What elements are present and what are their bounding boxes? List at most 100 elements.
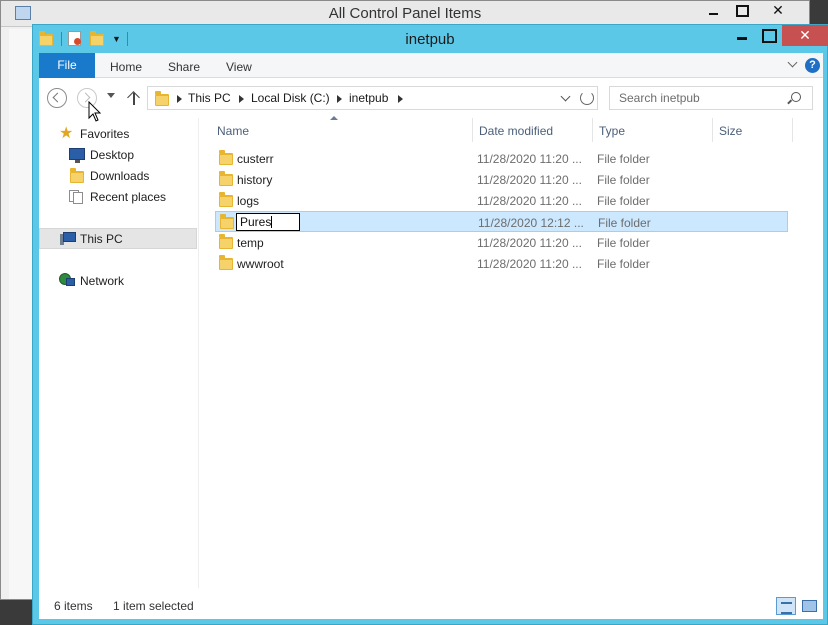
maximize-button[interactable] (755, 25, 781, 46)
breadcrumb-local-disk[interactable]: Local Disk (C:) (251, 91, 330, 105)
nav-this-pc[interactable]: This PC (39, 228, 197, 249)
selection-count: 1 item selected (113, 599, 194, 613)
nav-favorites-label: Favorites (80, 127, 130, 141)
file-date: 11/28/2020 12:12 ... (478, 216, 584, 230)
folder-icon (220, 214, 234, 229)
folder-icon (219, 234, 233, 249)
folder-icon (219, 171, 233, 186)
file-date: 11/28/2020 11:20 ... (477, 173, 582, 187)
explorer-window[interactable]: ▼ inetpub ✕ File Home Share View ? This … (32, 24, 828, 625)
file-row[interactable]: temp 11/28/2020 11:20 ... File folder (215, 232, 788, 253)
file-type: File folder (597, 173, 650, 187)
minimize-button[interactable] (729, 25, 755, 46)
file-row-selected[interactable]: Pures 11/28/2020 12:12 ... File folder (215, 211, 788, 232)
breadcrumb-chevron-icon[interactable] (177, 95, 182, 103)
nav-network-label: Network (80, 274, 125, 288)
expand-ribbon-icon[interactable] (787, 58, 797, 68)
tab-view[interactable]: View (226, 53, 252, 78)
breadcrumb-inetpub[interactable]: inetpub (349, 91, 388, 105)
breadcrumb-chevron-icon[interactable] (337, 95, 342, 103)
close-button[interactable]: ✕ (782, 25, 828, 46)
file-name: temp (237, 236, 264, 250)
recent-locations-dropdown-icon[interactable] (107, 93, 115, 98)
file-date: 11/28/2020 11:20 ... (477, 194, 582, 208)
file-date: 11/28/2020 11:20 ... (477, 236, 582, 250)
window-title: inetpub (405, 31, 455, 48)
nav-downloads-label: Downloads (90, 169, 150, 183)
file-name: logs (237, 194, 260, 208)
nav-network[interactable]: Network (39, 270, 197, 291)
recent-places-icon (69, 190, 85, 204)
up-button[interactable] (127, 90, 141, 106)
nav-this-pc-label: This PC (80, 232, 123, 246)
file-row[interactable]: logs 11/28/2020 11:20 ... File folder (215, 190, 788, 211)
file-row[interactable]: custerr 11/28/2020 11:20 ... File folder (215, 148, 788, 169)
nav-desktop[interactable]: Desktop (39, 144, 197, 165)
file-row[interactable]: wwwroot 11/28/2020 11:20 ... File folder (215, 253, 788, 274)
breadcrumb-chevron-icon[interactable] (398, 95, 403, 103)
tab-home[interactable]: Home (110, 53, 142, 78)
background-maximize-button[interactable] (728, 1, 754, 21)
status-bar: 6 items 1 item selected (39, 593, 823, 619)
details-view-icon[interactable] (776, 597, 796, 615)
file-type: File folder (597, 257, 650, 271)
file-date: 11/28/2020 11:20 ... (477, 152, 582, 166)
address-bar[interactable]: This PC Local Disk (C:) inetpub (147, 86, 598, 110)
search-placeholder: Search inetpub (619, 91, 700, 105)
file-type: File folder (597, 194, 650, 208)
refresh-icon[interactable] (580, 91, 594, 105)
nav-recent-places-label: Recent places (90, 190, 167, 204)
file-type: File folder (597, 236, 650, 250)
file-date: 11/28/2020 11:20 ... (477, 257, 582, 271)
file-name: custerr (237, 152, 274, 166)
nav-desktop-label: Desktop (90, 148, 135, 162)
column-size[interactable]: Size (713, 118, 793, 142)
navigation-pane: ★ Favorites Desktop Downloads Recent pla… (39, 118, 199, 588)
computer-icon (60, 232, 76, 245)
desktop-icon (69, 148, 85, 163)
close-icon: ✕ (772, 2, 784, 18)
background-minimize-button[interactable] (700, 1, 726, 21)
back-button[interactable] (47, 88, 67, 108)
close-icon: ✕ (799, 27, 811, 43)
column-name[interactable]: Name (211, 118, 473, 142)
breadcrumb-this-pc[interactable]: This PC (188, 91, 231, 105)
item-count: 6 items (54, 599, 93, 613)
folder-icon (155, 91, 169, 106)
mouse-cursor-icon (88, 101, 102, 122)
file-name: wwwroot (237, 257, 284, 271)
background-window-title: All Control Panel Items (328, 5, 482, 22)
folder-icon (219, 192, 233, 207)
column-date-modified[interactable]: Date modified (473, 118, 593, 142)
search-icon[interactable] (791, 92, 801, 102)
nav-downloads[interactable]: Downloads (39, 165, 197, 186)
rename-input-value: Pures (240, 215, 272, 229)
network-icon (59, 273, 75, 288)
file-type: File folder (598, 216, 651, 230)
star-icon: ★ (59, 125, 74, 142)
tab-share[interactable]: Share (168, 53, 200, 78)
search-input[interactable]: Search inetpub (609, 86, 813, 110)
ribbon: File Home Share View ? (39, 53, 823, 78)
explorer-body: File Home Share View ? This PC Local Dis… (39, 53, 823, 619)
file-type: File folder (597, 152, 650, 166)
folder-icon (219, 255, 233, 270)
nav-recent-places[interactable]: Recent places (39, 186, 197, 207)
address-history-dropdown-icon[interactable] (561, 93, 569, 101)
column-headers: Name Date modified Type Size (200, 116, 823, 144)
rename-input[interactable]: Pures (236, 213, 300, 231)
navigation-bar: This PC Local Disk (C:) inetpub Search i… (39, 78, 823, 118)
nav-favorites[interactable]: ★ Favorites (39, 123, 197, 144)
folder-icon (219, 150, 233, 165)
window-titlebar[interactable]: ▼ inetpub ✕ (33, 25, 828, 53)
file-tab[interactable]: File (39, 53, 95, 78)
background-close-button[interactable]: ✕ (756, 1, 800, 21)
breadcrumb-chevron-icon[interactable] (239, 95, 244, 103)
file-name: history (237, 173, 273, 187)
background-left-pane (9, 29, 33, 599)
column-type[interactable]: Type (593, 118, 713, 142)
downloads-folder-icon (70, 168, 84, 185)
file-row[interactable]: history 11/28/2020 11:20 ... File folder (215, 169, 788, 190)
large-icons-view-icon[interactable] (799, 597, 819, 615)
help-icon[interactable]: ? (805, 58, 820, 73)
